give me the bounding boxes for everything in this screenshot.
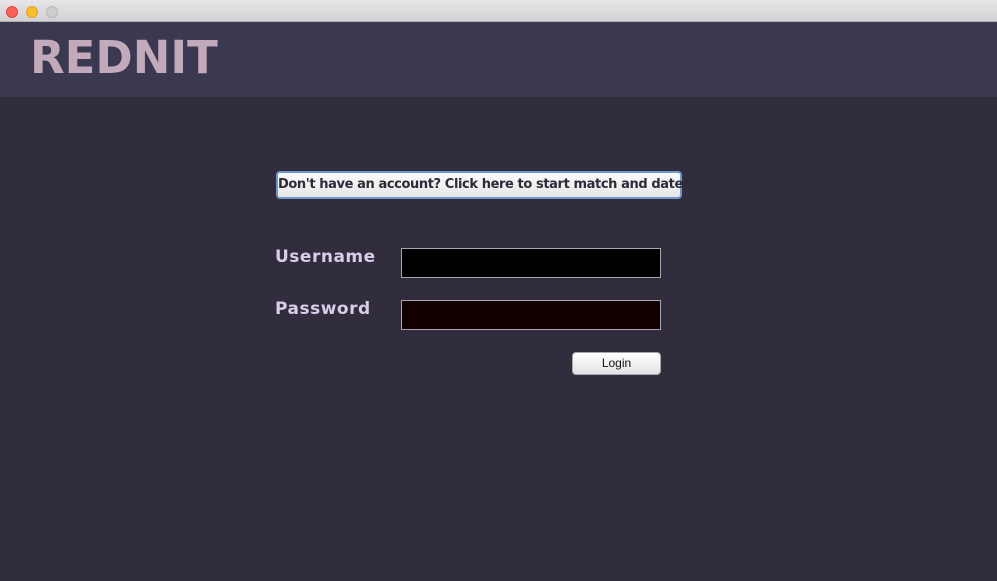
password-field[interactable] bbox=[401, 300, 661, 330]
username-field[interactable] bbox=[401, 248, 661, 278]
app-window: REDNIT Don't have an account? Click here… bbox=[0, 0, 997, 581]
app-logo: REDNIT bbox=[30, 31, 218, 84]
close-icon[interactable] bbox=[6, 6, 18, 18]
app-header: REDNIT bbox=[0, 22, 997, 97]
password-label: Password bbox=[275, 299, 371, 319]
signup-button[interactable]: Don't have an account? Click here to sta… bbox=[276, 171, 689, 199]
minimize-icon[interactable] bbox=[26, 6, 38, 18]
maximize-icon[interactable] bbox=[46, 6, 58, 18]
username-label: Username bbox=[275, 247, 376, 267]
title-bar bbox=[0, 0, 997, 22]
login-button[interactable]: Login bbox=[572, 352, 661, 375]
